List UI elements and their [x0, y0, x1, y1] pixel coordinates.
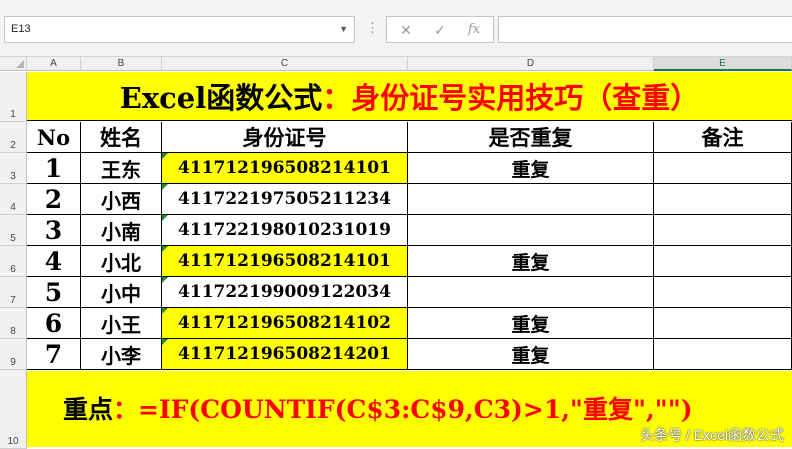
cell-duplicate[interactable]: 重复 [408, 246, 654, 277]
cell-note[interactable] [654, 215, 792, 246]
text-number-marker-icon [162, 277, 168, 283]
cell-duplicate[interactable]: 重复 [408, 153, 654, 184]
cell-note[interactable] [654, 246, 792, 277]
row-header-1[interactable]: 1 [0, 72, 27, 122]
cell-id-highlighted[interactable]: 411712196508214102 [162, 308, 408, 339]
cell-no[interactable]: 1 [27, 153, 81, 184]
cell-no[interactable]: 7 [27, 339, 81, 370]
text-number-marker-icon [162, 339, 168, 345]
row-header-9[interactable]: 9 [0, 339, 27, 370]
enter-icon[interactable]: ✓ [429, 20, 451, 40]
text-number-marker-icon [162, 308, 168, 314]
column-header-d[interactable]: D [408, 57, 654, 71]
cell-id-value: 411722198010231019 [178, 220, 391, 240]
cell-duplicate[interactable] [408, 184, 654, 215]
cell-duplicate[interactable] [408, 277, 654, 308]
cell-id-value: 411712196508214102 [178, 313, 391, 333]
cell-id-value: 411712196508214101 [178, 158, 391, 178]
watermark: 头条号 / Excel函数公式 [640, 427, 784, 443]
header-no[interactable]: No [27, 122, 81, 153]
cell-no[interactable]: 4 [27, 246, 81, 277]
cell-id[interactable]: 411722199009122034 [162, 277, 408, 308]
cell-id[interactable]: 411722197505211234 [162, 184, 408, 215]
header-name[interactable]: 姓名 [81, 122, 162, 153]
row-header-7[interactable]: 7 [0, 277, 27, 308]
cell-name[interactable]: 小北 [81, 246, 162, 277]
chevron-down-icon[interactable]: ▼ [339, 17, 348, 42]
cell-name[interactable]: 小南 [81, 215, 162, 246]
row-header-10[interactable]: 10 [0, 370, 27, 449]
cell-note[interactable] [654, 184, 792, 215]
column-header-a[interactable]: A [27, 57, 81, 71]
cell-id-value: 411712196508214101 [178, 251, 391, 271]
row-header-8[interactable]: 8 [0, 308, 27, 339]
name-box-value: E13 [11, 23, 31, 35]
tip-colon: ： [113, 395, 139, 424]
tip-label: 重点 [63, 395, 114, 424]
cell-name[interactable]: 王东 [81, 153, 162, 184]
cell-note[interactable] [654, 153, 792, 184]
header-note[interactable]: 备注 [654, 122, 792, 153]
formula-tip-cell[interactable]: 重点：=IF(COUNTIF(C$3:C$9,C3)>1,"重复","") 头条… [27, 371, 792, 447]
more-options-icon[interactable]: ⋮ [366, 20, 379, 36]
name-box[interactable]: E13 ▼ [4, 16, 355, 43]
cell-id-value: 411712196508214201 [178, 344, 391, 364]
row-header-4[interactable]: 4 [0, 184, 27, 215]
title-topic: 身份证号实用技巧（查重） [351, 81, 700, 115]
text-number-marker-icon [162, 215, 168, 221]
title-colon: ： [322, 81, 352, 115]
header-id[interactable]: 身份证号 [162, 122, 408, 153]
title-cell[interactable]: Excel函数公式：身份证号实用技巧（查重） [27, 72, 792, 121]
cell-name[interactable]: 小中 [81, 277, 162, 308]
row-header-6[interactable]: 6 [0, 246, 27, 277]
cell-name[interactable]: 小王 [81, 308, 162, 339]
cell-id-highlighted[interactable]: 411712196508214101 [162, 153, 408, 184]
cell-name[interactable]: 小李 [81, 339, 162, 370]
cancel-icon[interactable]: ✕ [395, 20, 417, 40]
formula-tip: 重点：=IF(COUNTIF(C$3:C$9,C3)>1,"重复","") [63, 390, 693, 426]
cell-note[interactable] [654, 277, 792, 308]
cell-no[interactable]: 5 [27, 277, 81, 308]
header-duplicate[interactable]: 是否重复 [408, 122, 654, 153]
cell-duplicate[interactable] [408, 215, 654, 246]
cell-duplicate[interactable]: 重复 [408, 339, 654, 370]
row-header-2[interactable]: 2 [0, 122, 27, 153]
text-number-marker-icon [162, 184, 168, 190]
cell-id-highlighted[interactable]: 411712196508214101 [162, 246, 408, 277]
cell-id-value: 411722199009122034 [178, 282, 391, 302]
cell-note[interactable] [654, 308, 792, 339]
title-excel: Excel函数公式 [119, 81, 323, 115]
text-number-marker-icon [162, 246, 168, 252]
cell-id-highlighted[interactable]: 411712196508214201 [162, 339, 408, 370]
cell-no[interactable]: 2 [27, 184, 81, 215]
select-all-button[interactable] [0, 57, 27, 71]
row-header-5[interactable]: 5 [0, 215, 27, 246]
cell-no[interactable]: 6 [27, 308, 81, 339]
formula-input[interactable] [498, 16, 792, 43]
formula-buttons: ✕ ✓ fx [386, 16, 494, 43]
column-header-e[interactable]: E [654, 57, 792, 71]
cell-id-value: 411722197505211234 [178, 189, 391, 209]
row-header-3[interactable]: 3 [0, 153, 27, 184]
text-number-marker-icon [162, 153, 168, 159]
cell-duplicate[interactable]: 重复 [408, 308, 654, 339]
cell-name[interactable]: 小西 [81, 184, 162, 215]
cell-id[interactable]: 411722198010231019 [162, 215, 408, 246]
column-header-b[interactable]: B [81, 57, 162, 71]
insert-function-icon[interactable]: fx [463, 20, 485, 40]
cell-no[interactable]: 3 [27, 215, 81, 246]
tip-formula: =IF(COUNTIF(C$3:C$9,C3)>1,"重复","") [138, 395, 693, 424]
formula-bar-area: E13 ▼ ⋮ ✕ ✓ fx [0, 0, 792, 57]
column-header-c[interactable]: C [162, 57, 408, 71]
cell-note[interactable] [654, 339, 792, 370]
